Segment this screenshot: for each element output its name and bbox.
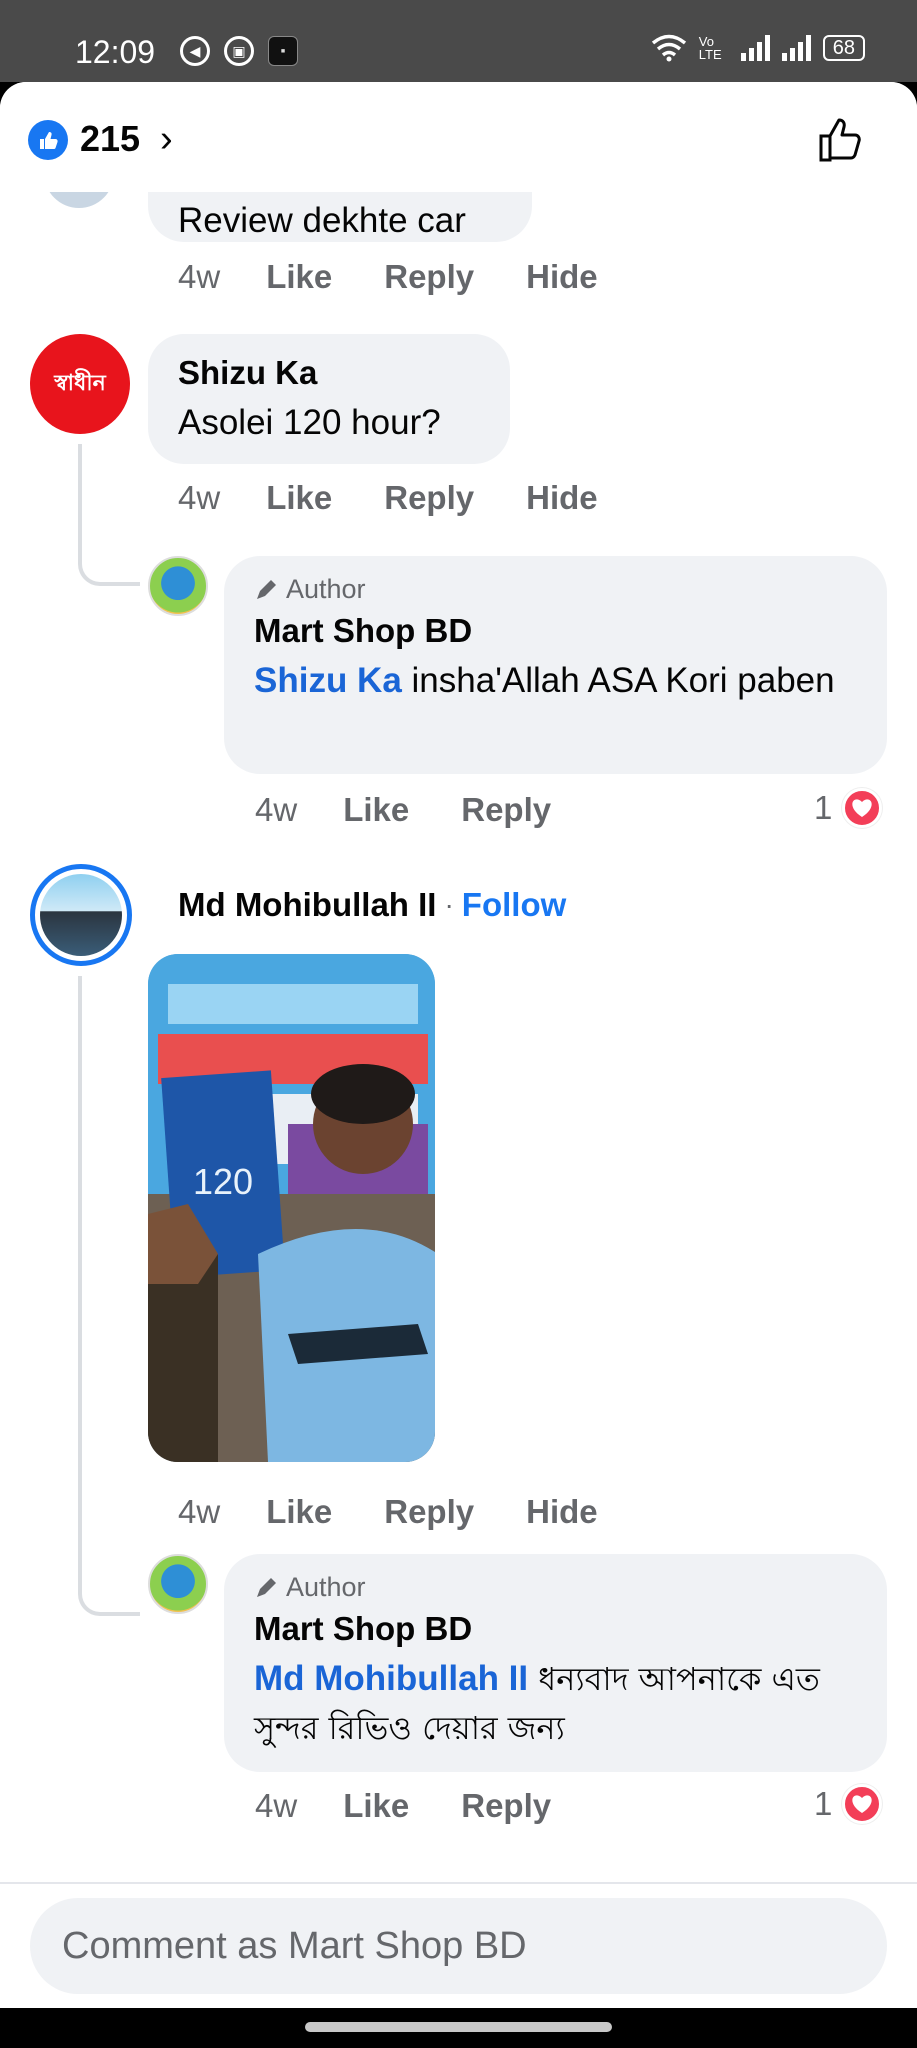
comment-time: 4w [178,479,221,516]
like-button[interactable]: Like [266,1493,332,1531]
author-tag: Author [254,574,366,605]
comment-photo[interactable]: 120 [148,954,435,1462]
chevron-right-icon[interactable]: › [160,118,173,161]
comment-author-name[interactable]: Md Mohibullah II [178,886,436,924]
home-gesture-handle[interactable] [305,2022,612,2032]
reply-actions: 4w Like Reply [255,791,603,829]
comment-text: Asolei 120 hour? [178,403,441,442]
like-button[interactable]: Like [266,479,332,517]
reply-button[interactable]: Reply [461,791,551,829]
app-notification-icon: ◀ [180,36,210,66]
like-button[interactable]: Like [343,1787,409,1825]
battery-indicator: 68 [822,35,865,61]
like-reaction-icon [28,120,68,160]
svg-text:120: 120 [193,1161,253,1202]
heart-icon [842,788,883,828]
app-badge-icon: ■ [268,36,298,66]
volte-label: Vo LTE [698,34,722,62]
reply-actions: 4w Like Reply [255,1787,603,1825]
wifi-icon [651,34,686,62]
comment-header: Md Mohibullah II · Follow [178,886,566,924]
comment-author-name[interactable]: Shizu Ka [178,354,317,392]
avatar[interactable] [148,1554,208,1614]
thread-line [78,976,82,1576]
reply-button[interactable]: Reply [461,1787,551,1825]
reply-bubble: Author Mart Shop BD Shizu Ka insha'Allah… [224,556,887,774]
follow-link[interactable]: Follow [462,886,566,924]
pencil-icon [257,1577,276,1597]
reaction-summary[interactable]: 1 [814,1784,883,1824]
reply-time: 4w [255,1787,298,1824]
reply-button[interactable]: Reply [384,258,474,296]
media-notification-icon: ▣ [224,36,254,66]
hide-button[interactable]: Hide [526,1493,598,1531]
reply-text: Md Mohibullah II ধন্যবাদ আপনাকে এত সুন্দ… [254,1654,864,1751]
comment-bubble: Shizu Ka Asolei 120 hour? [148,334,510,464]
thread-curve [78,542,140,586]
comment-time: 4w [178,1493,221,1530]
hide-button[interactable]: Hide [526,479,598,517]
like-button[interactable]: Like [266,258,332,296]
comment-actions: 4w Like Reply Hide [178,1493,650,1531]
comment-input[interactable] [30,1898,887,1994]
photo-image: 120 [148,954,435,1462]
status-time: 12:09 [75,34,156,70]
thread-curve [78,1572,140,1616]
reply-author-name[interactable]: Mart Shop BD [254,612,472,650]
avatar[interactable]: স্বাধীন [30,334,130,434]
reply-author-name[interactable]: Mart Shop BD [254,1610,472,1648]
reaction-summary[interactable]: 1 [814,788,883,828]
reply-text: Shizu Ka insha'Allah ASA Kori paben [254,656,854,707]
signal-1-icon [740,35,770,61]
avatar-photo [40,874,122,956]
comment-actions: 4w Like Reply Hide [178,479,650,517]
reply-button[interactable]: Reply [384,479,474,517]
avatar[interactable] [148,556,208,616]
heart-icon [842,1784,883,1824]
system-icons: Vo LTE 68 [651,34,865,62]
notification-icons: ◀ ▣ ■ [180,36,298,66]
reaction-count: 1 [814,1785,833,1822]
reply-body: insha'Allah ASA Kori paben [401,661,835,700]
author-tag: Author [254,1572,366,1603]
status-bar: 12:09 ◀ ▣ ■ Vo LTE 68 [0,0,917,82]
reply-time: 4w [255,791,298,828]
reactions-header: 215 › [0,82,917,192]
signal-2-icon [781,35,811,61]
comment-composer [0,1882,917,2008]
separator-dot: · [444,889,454,920]
pencil-icon [257,579,276,599]
mention-link[interactable]: Shizu Ka [254,661,402,700]
comments-sheet: 215 › Review dekhte car 4w Like Reply Hi… [0,82,917,2008]
comment-actions: 4w Like Reply Hide [178,258,650,296]
like-button[interactable]: Like [343,791,409,829]
reply-bubble: Author Mart Shop BD Md Mohibullah II ধন্… [224,1554,887,1772]
mention-link[interactable]: Md Mohibullah II [254,1659,528,1698]
reply-button[interactable]: Reply [384,1493,474,1531]
comment-text: Review dekhte car [178,201,466,240]
reaction-count: 1 [814,789,833,826]
like-button-icon[interactable] [815,114,867,166]
hide-button[interactable]: Hide [526,258,598,296]
thread-line [78,444,82,544]
author-tag-label: Author [286,574,366,604]
comment-time: 4w [178,258,221,295]
avatar-logo-text: স্বাধীন [54,370,106,396]
avatar[interactable] [30,864,132,966]
reaction-count[interactable]: 215 [80,118,140,160]
author-tag-label: Author [286,1572,366,1602]
